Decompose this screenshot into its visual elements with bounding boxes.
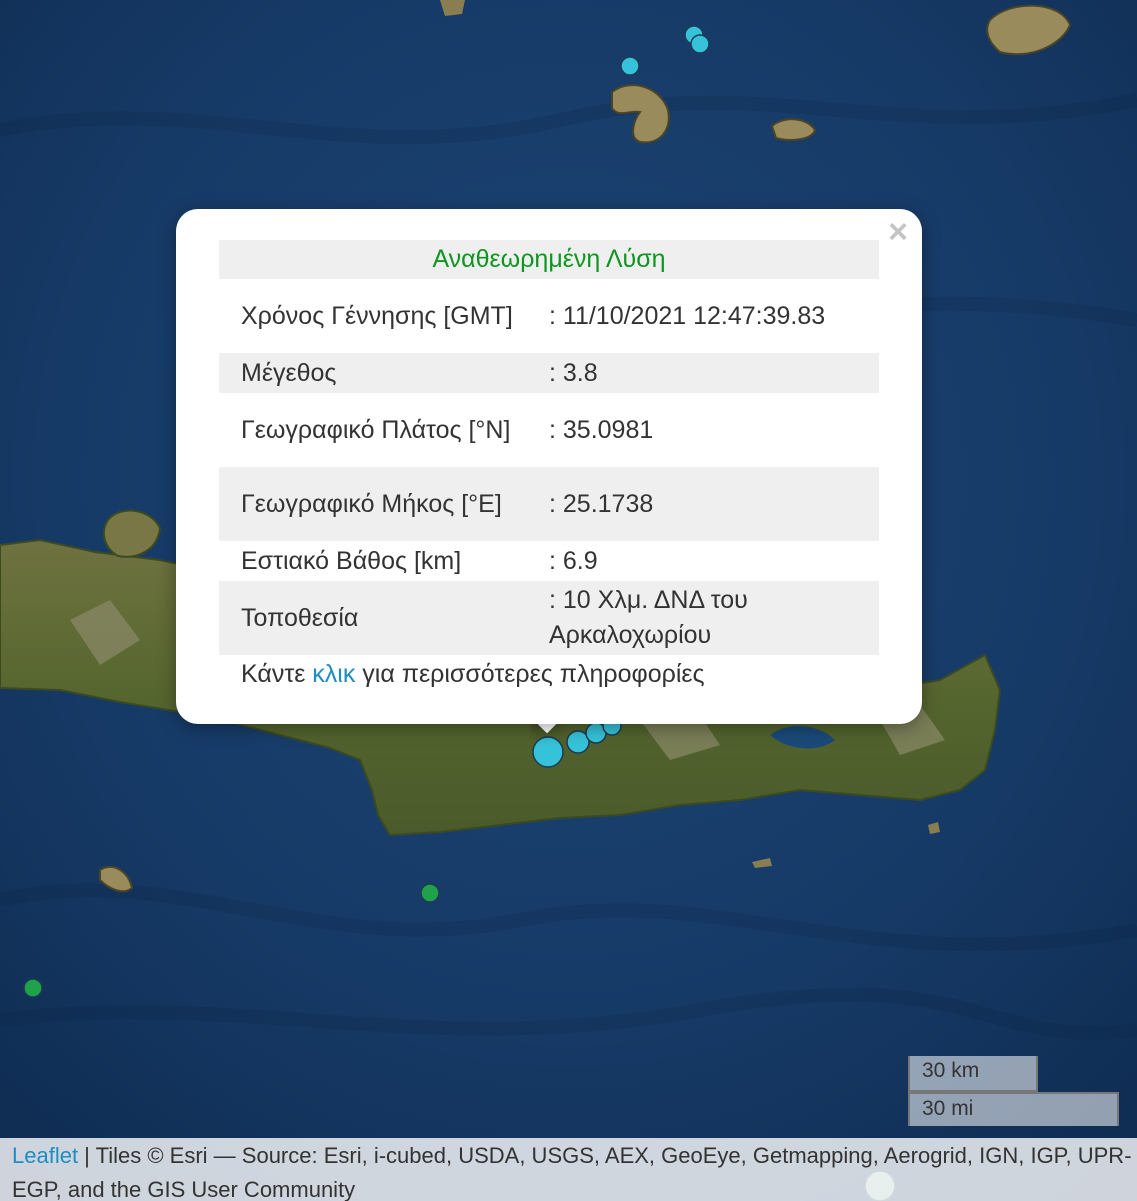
earthquake-info-table: Αναθεωρημένη Λύση Χρόνος Γέννησης [GMT] …: [219, 240, 879, 655]
origin-time-value: : 11/10/2021 12:47:39.83: [549, 301, 826, 330]
more-info-line: Κάντε κλικ για περισσότερες πληροφορίες: [241, 657, 705, 691]
longitude-value: : 25.1738: [549, 467, 879, 541]
scale-mi: 30 mi: [908, 1092, 1119, 1126]
popup-title: Αναθεωρημένη Λύση: [219, 240, 879, 279]
longitude-label: Γεωγραφικό Μήκος [°E]: [219, 467, 549, 541]
more-info-suffix: για περισσότερες πληροφορίες: [355, 660, 705, 688]
map-container[interactable]: × Αναθεωρημένη Λύση Χρόνος Γέννησης [GMT…: [0, 0, 1137, 1201]
more-info-prefix: Κάντε: [241, 660, 313, 688]
earthquake-popup: × Αναθεωρημένη Λύση Χρόνος Γέννησης [GMT…: [176, 209, 922, 724]
magnitude-label: Μέγεθος: [219, 353, 549, 393]
location-value: : 10 Χλμ. ΔΝΔ του Αρκαλοχωρίου: [549, 581, 879, 655]
earthquake-marker-icon[interactable]: [23, 978, 43, 998]
earthquake-marker-icon[interactable]: [420, 883, 440, 903]
origin-time-label: Χρόνος Γέννησης [GMT]: [241, 301, 513, 330]
attribution-text: | Tiles © Esri — Source: Esri, i-cubed, …: [12, 1143, 1132, 1201]
magnitude-value: : 3.8: [549, 353, 879, 393]
latitude-value: : 35.0981: [549, 415, 654, 444]
more-info-link[interactable]: κλικ: [312, 660, 355, 688]
depth-label: Εστιακό Βάθος [km]: [241, 546, 462, 575]
close-icon[interactable]: ×: [884, 215, 912, 249]
depth-value: : 6.9: [549, 546, 598, 575]
scale-km: 30 km: [908, 1056, 1038, 1092]
map-attribution: Leaflet | Tiles © Esri — Source: Esri, i…: [0, 1138, 1137, 1201]
island-anafi: [770, 118, 817, 141]
latitude-label: Γεωγραφικό Πλάτος [°N]: [241, 415, 511, 444]
location-label: Τοποθεσία: [219, 581, 549, 655]
earthquake-marker-icon[interactable]: [620, 56, 640, 76]
earthquake-marker-icon[interactable]: [690, 34, 710, 54]
leaflet-link[interactable]: Leaflet: [12, 1143, 78, 1168]
